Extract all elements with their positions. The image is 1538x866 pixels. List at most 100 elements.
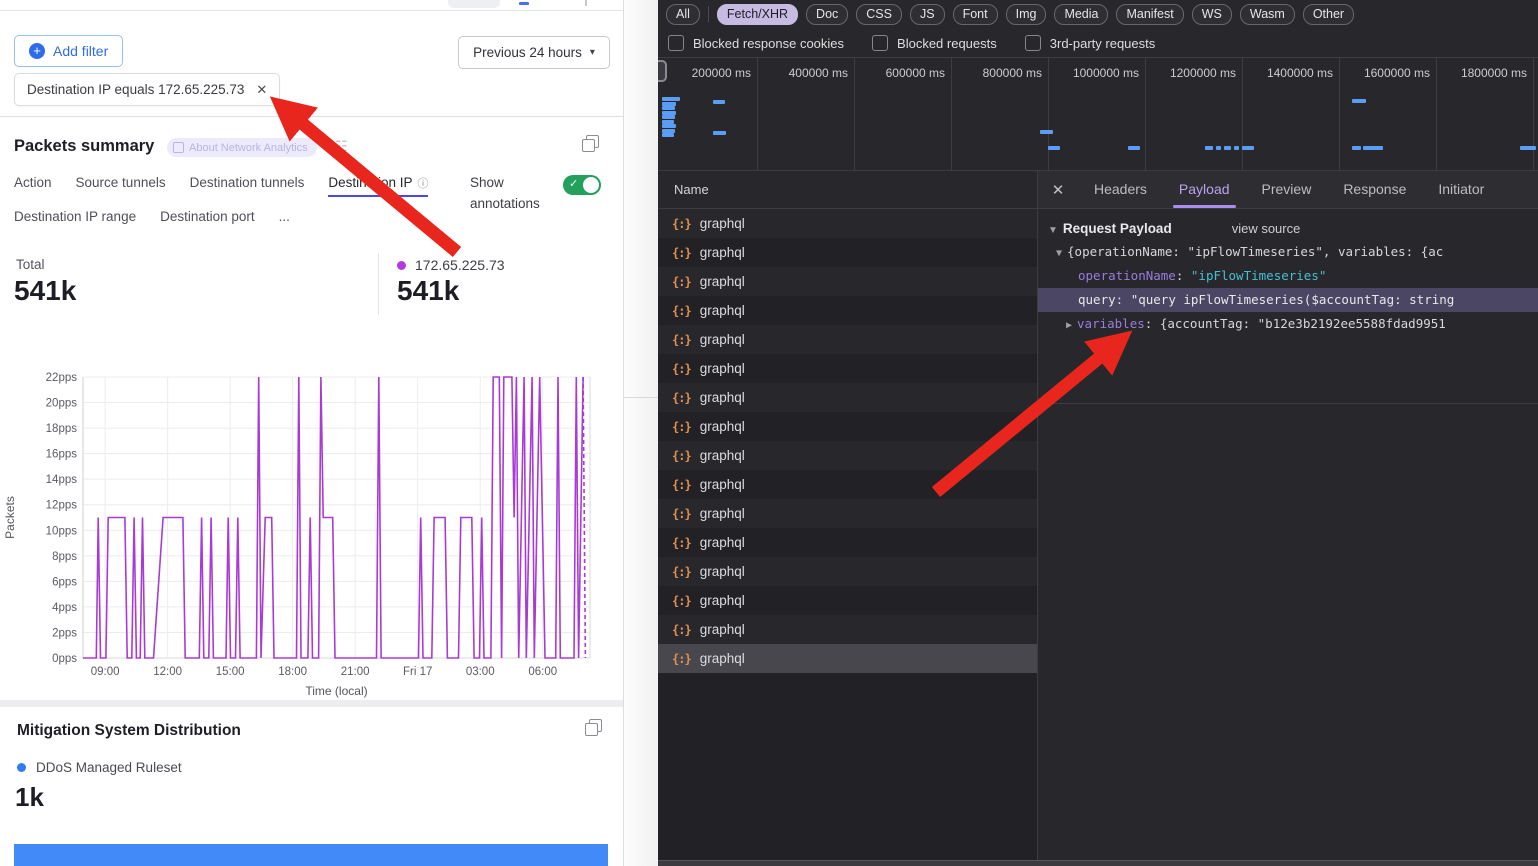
filter-pill-wasm[interactable]: Wasm xyxy=(1240,4,1295,25)
name-column-header[interactable]: Name xyxy=(658,171,1037,209)
add-filter-button[interactable]: + Add filter xyxy=(14,35,123,67)
detail-tab-headers[interactable]: Headers xyxy=(1078,171,1163,208)
payload-row[interactable]: ▶variables: {accountTag: "b12e3b2192ee55… xyxy=(1038,312,1538,336)
filter-pill-font[interactable]: Font xyxy=(953,4,998,25)
mitigation-title: Mitigation System Distribution xyxy=(17,722,241,740)
about-network-analytics-badge[interactable]: About Network Analytics xyxy=(167,138,317,157)
checkbox-icon[interactable] xyxy=(668,35,684,51)
request-name: graphql xyxy=(700,216,745,231)
tab-destination-port[interactable]: Destination port xyxy=(160,209,255,231)
tab-destination-ip[interactable]: Destination IPⓘ xyxy=(328,175,428,197)
request-name: graphql xyxy=(700,651,745,666)
request-row[interactable]: {:}graphql xyxy=(658,383,1037,412)
svg-text:18pps: 18pps xyxy=(46,423,78,435)
request-row[interactable]: {:}graphql xyxy=(658,296,1037,325)
payload-row[interactable]: operationName: "ipFlowTimeseries" xyxy=(1038,264,1538,288)
mitigation-legend-label: DDoS Managed Ruleset xyxy=(36,760,182,775)
filter-pill-other[interactable]: Other xyxy=(1303,4,1354,25)
svg-text:Packets: Packets xyxy=(3,496,17,539)
request-name: graphql xyxy=(700,477,745,492)
json-file-icon: {:} xyxy=(672,275,691,289)
request-row[interactable]: {:}graphql xyxy=(658,557,1037,586)
detail-tab-initiator[interactable]: Initiator xyxy=(1422,171,1500,208)
filter-pill-media[interactable]: Media xyxy=(1054,4,1108,25)
filter-pill-all[interactable]: All xyxy=(666,4,700,25)
json-file-icon: {:} xyxy=(672,652,691,666)
packets-timeseries-chart[interactable]: 0pps2pps4pps6pps8pps10pps12pps14pps16pps… xyxy=(0,365,620,700)
payload-row[interactable]: ▼ {operationName: "ipFlowTimeseries", var… xyxy=(1038,240,1538,264)
filter-pill-doc[interactable]: Doc xyxy=(806,4,848,25)
page-header-clipped: All traffic xyxy=(0,0,623,11)
time-range-dropdown[interactable]: Previous 24 hours ▾ xyxy=(458,36,610,69)
info-icon[interactable]: ⓘ xyxy=(417,178,428,190)
checkbox-3rd-party-requests[interactable]: 3rd-party requests xyxy=(1025,35,1156,51)
filter-pill-js[interactable]: JS xyxy=(910,4,945,25)
tab-source-tunnels[interactable]: Source tunnels xyxy=(76,175,166,197)
svg-text:21:00: 21:00 xyxy=(341,666,370,678)
request-row[interactable]: {:}graphql xyxy=(658,441,1037,470)
request-row[interactable]: {:}graphql xyxy=(658,412,1037,441)
request-name: graphql xyxy=(700,390,745,405)
payload-value: {operationName: "ipFlowTimeseries", vari… xyxy=(1067,244,1443,259)
checkbox-blocked-requests[interactable]: Blocked requests xyxy=(872,35,997,51)
request-row[interactable]: {:}graphql xyxy=(658,586,1037,615)
tab-destination-ip-range[interactable]: Destination IP range xyxy=(14,209,136,231)
request-row[interactable]: {:}graphql xyxy=(658,238,1037,267)
json-file-icon: {:} xyxy=(672,478,691,492)
close-icon[interactable]: ✕ xyxy=(1038,181,1078,199)
request-row[interactable]: {:}graphql xyxy=(658,209,1037,238)
filter-chip-label: Destination IP equals 172.65.225.73 xyxy=(27,82,244,97)
svg-text:06:00: 06:00 xyxy=(528,666,557,678)
svg-text:14pps: 14pps xyxy=(46,474,78,486)
filter-pill-img[interactable]: Img xyxy=(1006,4,1047,25)
request-timing-bar xyxy=(1205,146,1213,150)
request-row[interactable]: {:} graphql xyxy=(658,470,1037,499)
svg-text:15:00: 15:00 xyxy=(216,666,245,678)
request-row[interactable]: {:}graphql xyxy=(658,325,1037,354)
request-type-filter-pills: All Fetch/XHR Doc CSS JS Font Img Media Manifest… xyxy=(666,2,1354,26)
request-detail-panel: ✕ HeadersPayloadPreviewResponseInitiator… xyxy=(1038,171,1538,860)
detail-tab-preview[interactable]: Preview xyxy=(1246,171,1328,208)
json-file-icon: {:} xyxy=(672,536,691,550)
request-row[interactable]: {:}graphql xyxy=(658,499,1037,528)
tab-action[interactable]: Action xyxy=(14,175,52,197)
payload-value: "ipFlowTimeseries" xyxy=(1191,268,1326,283)
checkbox-icon[interactable] xyxy=(872,35,888,51)
request-name: graphql xyxy=(700,535,745,550)
request-row[interactable]: {:}graphql xyxy=(658,354,1037,383)
mitigation-legend: DDoS Managed Ruleset xyxy=(17,760,182,775)
triangle-down-icon[interactable]: ▼ xyxy=(1056,248,1062,259)
request-row[interactable]: {:}graphql xyxy=(658,267,1037,296)
mitigation-bar[interactable] xyxy=(14,844,608,866)
request-row[interactable]: {:} graphql xyxy=(658,528,1037,557)
series-label: 172.65.225.73 xyxy=(415,257,505,273)
filter-pill-ws[interactable]: WS xyxy=(1192,4,1232,25)
filter-bar: + Add filter Destination IP equals 172.6… xyxy=(0,11,623,117)
request-row[interactable]: {:} graphql xyxy=(658,644,1037,673)
filter-pill-fetch-xhr[interactable]: Fetch/XHR xyxy=(717,4,798,25)
checkbox-blocked-response-cookies[interactable]: Blocked response cookies xyxy=(668,35,844,51)
show-annotations-label: Show annotations xyxy=(470,172,558,214)
payload-value: "query ipFlowTimeseries($accountTag: str… xyxy=(1131,292,1455,307)
payload-row[interactable]: query: "query ipFlowTimeseries($accountT… xyxy=(1038,288,1538,312)
tab--[interactable]: ... xyxy=(279,209,290,231)
remove-filter-icon[interactable]: ✕ xyxy=(256,82,267,98)
request-payload-title[interactable]: ▼Request Payload xyxy=(1048,221,1172,236)
checkbox-icon[interactable] xyxy=(1025,35,1041,51)
request-timing-bar xyxy=(713,100,725,104)
detail-tab-payload[interactable]: Payload xyxy=(1163,171,1246,208)
request-row[interactable]: {:}graphql xyxy=(658,615,1037,644)
svg-text:6pps: 6pps xyxy=(52,576,77,588)
tab-destination-tunnels[interactable]: Destination tunnels xyxy=(190,175,305,197)
triangle-right-icon[interactable]: ▶ xyxy=(1066,320,1072,331)
show-annotations-toggle[interactable]: ✓ xyxy=(563,175,601,195)
detail-tab-response[interactable]: Response xyxy=(1327,171,1422,208)
network-overview-timeline[interactable]: 200000 ms400000 ms600000 ms800000 ms1000… xyxy=(658,58,1538,170)
view-source-link[interactable]: view source xyxy=(1232,221,1301,236)
filter-pill-manifest[interactable]: Manifest xyxy=(1116,4,1183,25)
screenshot-root: All traffic + Add filter Destination IP … xyxy=(0,0,1538,866)
packets-summary-title: Packets summary xyxy=(14,137,154,156)
filter-chip[interactable]: Destination IP equals 172.65.225.73 ✕ xyxy=(14,73,280,106)
svg-text:2pps: 2pps xyxy=(52,627,77,639)
filter-pill-css[interactable]: CSS xyxy=(856,4,902,25)
